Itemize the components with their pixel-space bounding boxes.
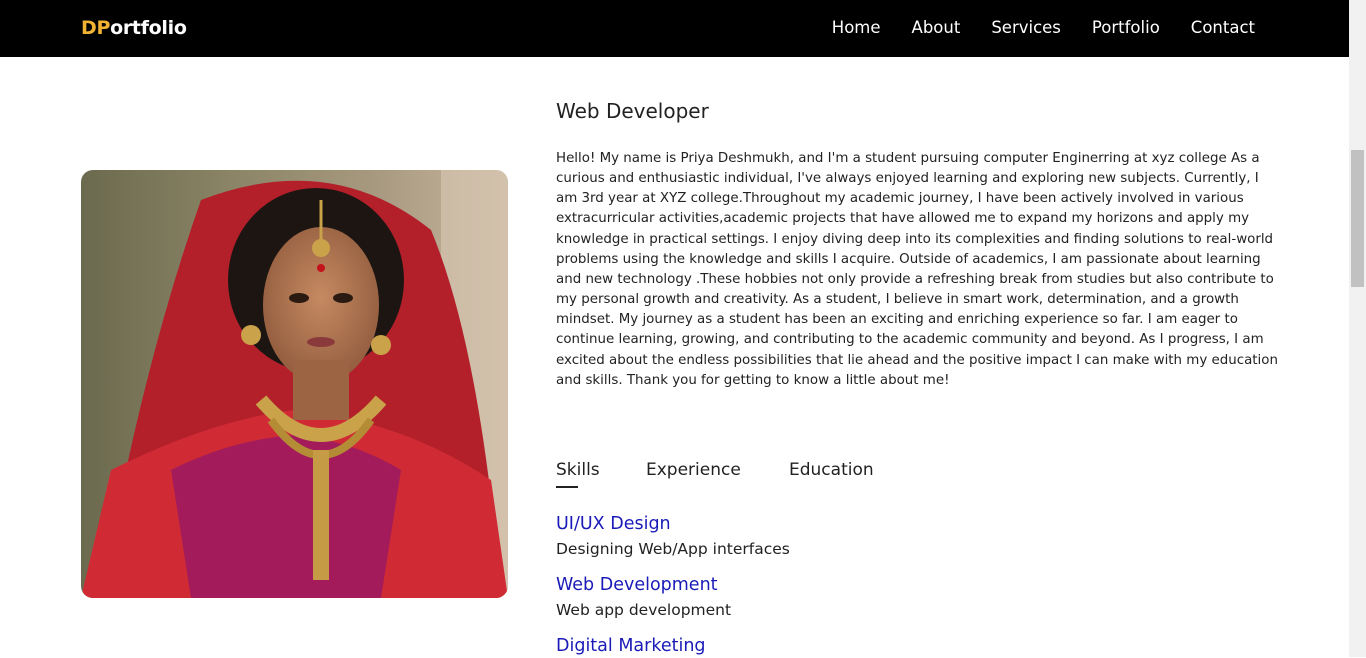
tab-skills[interactable]: Skills xyxy=(556,458,600,488)
nav-link-contact[interactable]: Contact xyxy=(1191,17,1255,39)
tab-education-label: Education xyxy=(789,460,874,480)
nav-link-about[interactable]: About xyxy=(912,17,961,39)
tab-education[interactable]: Education xyxy=(789,458,874,482)
skill-desc-webdev: Web app development xyxy=(556,601,732,619)
tab-active-underline xyxy=(556,486,578,488)
tab-skills-label: Skills xyxy=(556,460,600,480)
skill-title-marketing: Digital Marketing xyxy=(556,636,706,656)
tab-experience-label: Experience xyxy=(646,460,741,480)
nav-link-home[interactable]: Home xyxy=(832,17,881,39)
scrollbar-track[interactable] xyxy=(1349,0,1366,657)
skill-title-webdev: Web Development xyxy=(556,575,718,595)
skill-title-uiux: UI/UX Design xyxy=(556,514,671,534)
navbar: DPortfolio Home About Services Portfolio… xyxy=(0,0,1349,57)
nav-link-services[interactable]: Services xyxy=(991,17,1061,39)
bio-text: Hello! My name is Priya Deshmukh, and I'… xyxy=(556,151,1278,388)
profile-photo xyxy=(81,170,508,598)
skill-desc-uiux: Designing Web/App interfaces xyxy=(556,540,790,558)
scrollbar-thumb[interactable] xyxy=(1351,150,1364,287)
logo-rest: ortfolio xyxy=(110,17,187,39)
role-title: Web Developer xyxy=(556,99,709,123)
logo[interactable]: DPortfolio xyxy=(81,16,187,40)
nav-links: Home About Services Portfolio Contact xyxy=(832,17,1255,39)
logo-accent: DP xyxy=(81,17,111,39)
nav-link-portfolio[interactable]: Portfolio xyxy=(1092,17,1160,39)
tab-experience[interactable]: Experience xyxy=(646,458,741,482)
